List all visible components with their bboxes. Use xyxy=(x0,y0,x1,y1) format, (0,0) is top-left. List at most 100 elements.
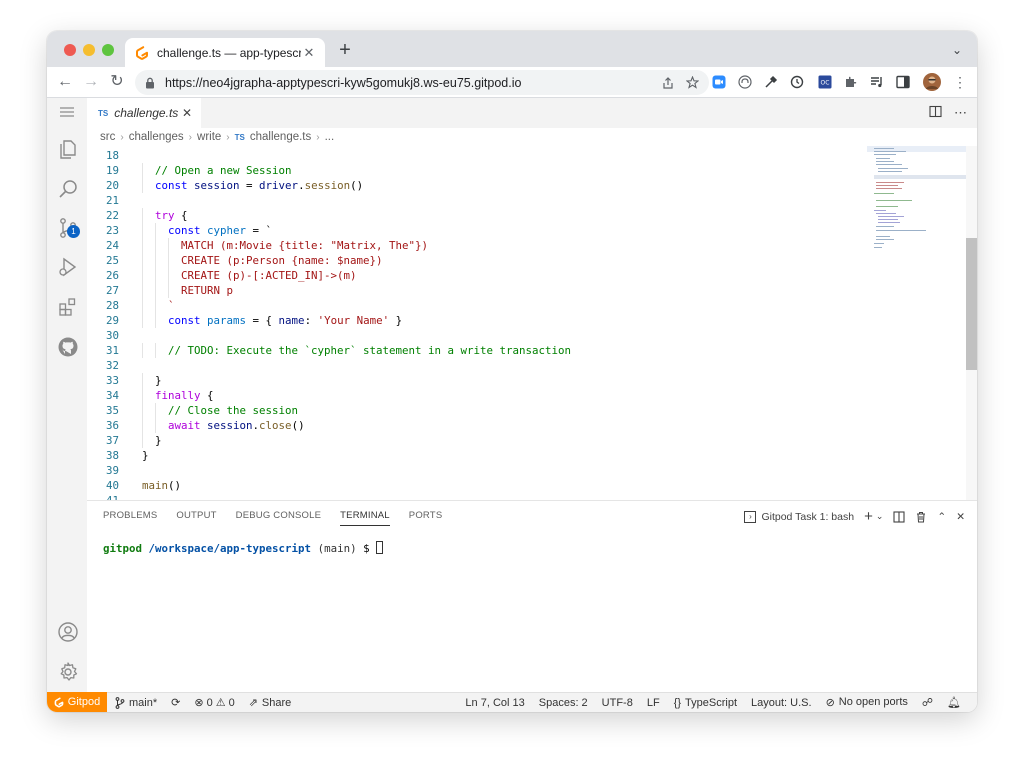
code-line[interactable]: 40 main() xyxy=(87,478,867,493)
line-number: 21 xyxy=(105,194,119,207)
code-line[interactable]: 30 xyxy=(87,328,867,343)
code-line[interactable]: 32 xyxy=(87,358,867,373)
breadcrumb-challenges[interactable]: challenges xyxy=(129,131,184,143)
line-number: 37 xyxy=(105,434,119,447)
code-line[interactable]: 20 const session = driver.session() xyxy=(87,178,867,193)
tab-output[interactable]: OUTPUT xyxy=(176,510,216,526)
breadcrumb-src[interactable]: src xyxy=(100,131,115,143)
code-line[interactable]: 31 // TODO: Execute the `cypher` statemen… xyxy=(87,343,867,358)
close-panel-icon[interactable]: ✕ xyxy=(956,511,965,523)
maximize-window-button[interactable] xyxy=(102,44,114,56)
new-tab-button[interactable]: + xyxy=(335,40,355,60)
keyboard-layout-status[interactable]: Layout: U.S. xyxy=(751,697,812,709)
breadcrumb-write[interactable]: write xyxy=(197,131,221,143)
code-line[interactable]: 36 await session.close() xyxy=(87,418,867,433)
code-line[interactable]: 33} xyxy=(87,373,867,388)
bell-icon[interactable]: 🔔︎ xyxy=(947,696,961,709)
share-icon[interactable] xyxy=(662,76,674,89)
code-line[interactable]: 38} xyxy=(87,448,867,463)
code-line[interactable]: 27 RETURN p xyxy=(87,283,867,298)
code-line[interactable]: 35 // Close the session xyxy=(87,403,867,418)
side-panel-icon[interactable] xyxy=(896,75,910,89)
media-control-icon[interactable] xyxy=(870,75,884,89)
extensions-icon[interactable] xyxy=(57,296,79,318)
minimap[interactable] xyxy=(867,146,967,500)
ports-status[interactable]: ⊘ No open ports xyxy=(826,696,908,709)
editor-scrollbar-thumb[interactable] xyxy=(966,238,977,370)
new-terminal-icon[interactable]: + xyxy=(864,508,873,525)
code-line[interactable]: 28 ` xyxy=(87,298,867,313)
code-token: const xyxy=(168,314,208,327)
gear-icon[interactable] xyxy=(57,661,79,683)
terminal-prompt[interactable]: gitpod /workspace/app-typescript (main) … xyxy=(103,541,384,555)
search-icon[interactable] xyxy=(57,178,79,200)
code-line[interactable]: 23 const cypher = ` xyxy=(87,223,867,238)
menu-hamburger-icon[interactable] xyxy=(57,102,77,122)
breadcrumb-file[interactable]: challenge.ts xyxy=(250,131,311,143)
encoding-status[interactable]: UTF-8 xyxy=(602,697,633,709)
browser-menu-icon[interactable]: ⋮ xyxy=(950,72,970,92)
code-line[interactable]: 41 xyxy=(87,493,867,500)
forward-arrow-icon[interactable]: → xyxy=(81,72,101,92)
cursor-position[interactable]: Ln 7, Col 13 xyxy=(465,697,524,709)
zoom-extension-icon[interactable] xyxy=(712,75,726,89)
code-line[interactable]: 24 MATCH (m:Movie {title: "Matrix, The"}) xyxy=(87,238,867,253)
tab-debug-console[interactable]: DEBUG CONSOLE xyxy=(236,510,321,526)
tab-problems[interactable]: PROBLEMS xyxy=(103,510,157,526)
code-line[interactable]: 25 CREATE (p:Person {name: $name}) xyxy=(87,253,867,268)
indent-guide xyxy=(155,418,156,433)
more-actions-icon[interactable]: ⋯ xyxy=(954,105,967,121)
code-line[interactable]: 26 CREATE (p)-[:ACTED_IN]->(m) xyxy=(87,268,867,283)
language-status[interactable]: {} TypeScript xyxy=(674,697,737,709)
minimize-window-button[interactable] xyxy=(83,44,95,56)
code-line[interactable]: 29 const params = { name: 'Your Name' } xyxy=(87,313,867,328)
editor-tab-challenge[interactable]: TS challenge.ts ✕ xyxy=(87,98,201,128)
close-window-button[interactable] xyxy=(64,44,76,56)
problems-status[interactable]: ⊗ 0 ⚠ 0 xyxy=(194,696,234,710)
trash-icon[interactable] xyxy=(915,511,927,523)
timer-extension-icon[interactable] xyxy=(790,75,804,89)
code-editor[interactable]: 18 19 // Open a new Session 20 const session… xyxy=(87,148,867,500)
account-icon[interactable] xyxy=(57,621,79,643)
run-debug-icon[interactable] xyxy=(57,256,79,278)
profile-avatar[interactable] xyxy=(923,73,941,91)
breadcrumb-symbol[interactable]: ... xyxy=(325,131,335,143)
eyedropper-extension-icon[interactable] xyxy=(764,75,778,89)
code-line[interactable]: 34 finally { xyxy=(87,388,867,403)
code-line[interactable]: 37} xyxy=(87,433,867,448)
feedback-icon[interactable]: ☍ xyxy=(922,696,933,709)
split-editor-icon[interactable] xyxy=(929,105,942,118)
tab-close-icon[interactable]: ✕ xyxy=(301,45,317,61)
bookmark-star-icon[interactable] xyxy=(686,76,699,89)
chevron-down-icon[interactable]: ⌄ xyxy=(952,43,962,57)
indentation-status[interactable]: Spaces: 2 xyxy=(539,697,588,709)
github-icon[interactable] xyxy=(57,336,79,358)
headphones-extension-icon[interactable] xyxy=(738,75,752,89)
branch-status[interactable]: main* xyxy=(115,697,157,709)
code-line[interactable]: 18 xyxy=(87,148,867,163)
sync-icon[interactable]: ⟳ xyxy=(171,696,180,709)
tab-ports[interactable]: PORTS xyxy=(409,510,443,526)
terminal-selector[interactable]: › Gitpod Task 1: bash xyxy=(744,510,854,523)
code-line[interactable]: 21 xyxy=(87,193,867,208)
explorer-files-icon[interactable] xyxy=(57,138,79,160)
browser-tab[interactable]: challenge.ts — app-typescript ✕ xyxy=(125,38,325,67)
line-number: 18 xyxy=(105,149,119,162)
code-line[interactable]: 39 xyxy=(87,463,867,478)
eol-status[interactable]: LF xyxy=(647,697,660,709)
code-token: driver xyxy=(259,179,299,192)
split-terminal-icon[interactable] xyxy=(893,510,905,523)
puzzle-extensions-icon[interactable] xyxy=(844,75,858,89)
reload-icon[interactable]: ↻ xyxy=(107,72,127,92)
back-arrow-icon[interactable]: ← xyxy=(55,72,75,92)
gitpod-status-button[interactable]: Gitpod xyxy=(47,692,107,712)
close-icon[interactable]: ✕ xyxy=(182,106,192,120)
share-status[interactable]: ⇗ Share xyxy=(249,696,292,710)
maximize-panel-icon[interactable]: ⌃ xyxy=(937,511,946,523)
oc-extension-icon[interactable]: OC xyxy=(818,75,832,89)
address-bar[interactable]: https://neo4jgrapha-apptypescri-kyw5gomu… xyxy=(135,70,709,95)
tab-terminal[interactable]: TERMINAL xyxy=(340,510,390,526)
chevron-down-icon[interactable]: ⌄ xyxy=(876,511,884,522)
code-line[interactable]: 19 // Open a new Session xyxy=(87,163,867,178)
code-line[interactable]: 22 try { xyxy=(87,208,867,223)
